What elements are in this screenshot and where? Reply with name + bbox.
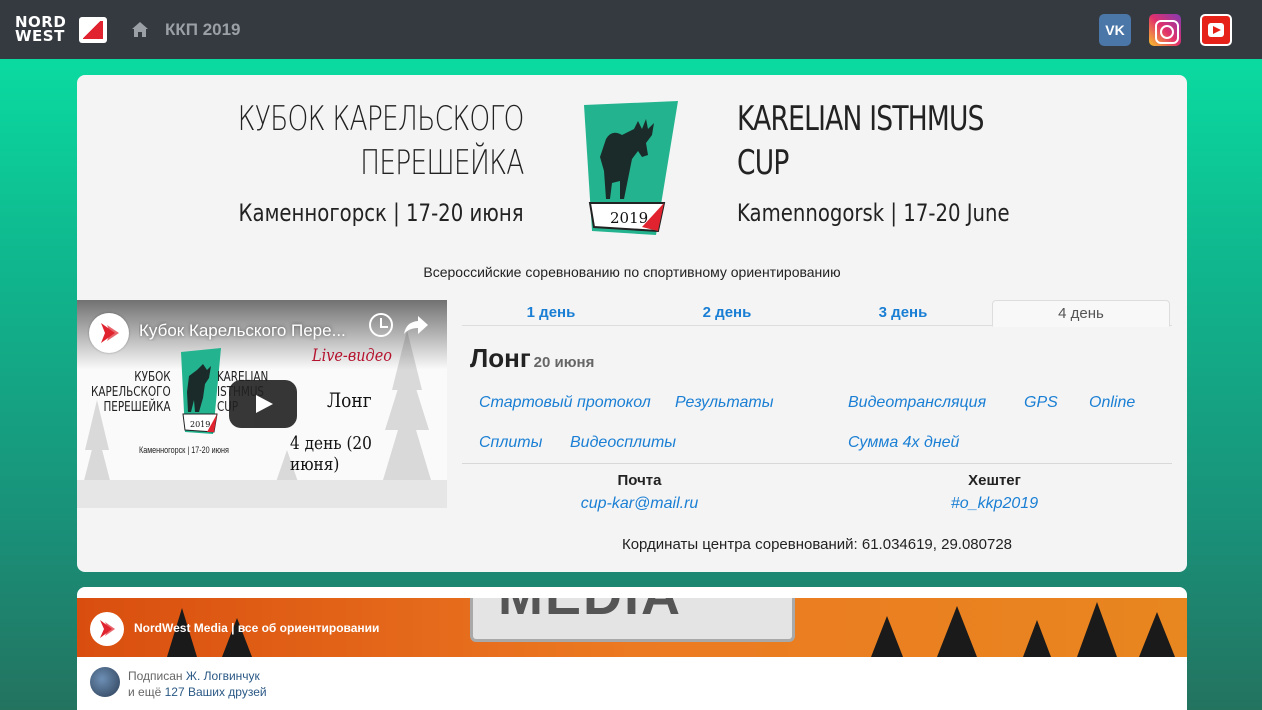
gps-link[interactable]: GPS	[1024, 394, 1058, 412]
youtube-icon[interactable]	[1200, 14, 1232, 46]
sum-4-days-link[interactable]: Сумма 4х дней	[848, 434, 959, 452]
mail-link[interactable]: cup-kar@mail.ru	[462, 495, 817, 513]
friends-prefix: и ещё	[128, 685, 162, 699]
banner-word: MEDIA	[498, 598, 682, 627]
video-logo-year: 2019	[190, 420, 210, 429]
event-card: Кубок Карельского Перешейка Каменногорск…	[77, 75, 1187, 572]
vk-community-widget: MEDIA NordWest Media | все об ориентиров…	[77, 587, 1187, 710]
instagram-icon[interactable]	[1149, 14, 1181, 46]
tagline: Всероссийские соревнованию по спортивном…	[423, 264, 841, 280]
subtitle-ru: Каменногорск | 17-20 июня	[239, 199, 524, 227]
tab-day-1[interactable]: 1 день	[462, 300, 640, 326]
video-stage: Лонг	[327, 388, 372, 412]
community-banner[interactable]: MEDIA NordWest Media | все об ориентиров…	[77, 598, 1187, 657]
brand-text: NORD WEST	[15, 15, 66, 45]
start-protocol-link[interactable]: Стартовый протокол	[479, 394, 651, 412]
online-link[interactable]: Online	[1089, 394, 1135, 412]
community-logo-icon	[100, 620, 115, 638]
event-title: Лонг 20 июня	[470, 343, 594, 374]
video-splits-link[interactable]: Видеосплиты	[570, 434, 676, 452]
watch-later-icon[interactable]	[369, 313, 393, 337]
brand-line-2: WEST	[15, 27, 65, 45]
friend-avatar[interactable]	[90, 667, 120, 697]
title-ru: Кубок Карельского Перешейка	[238, 97, 525, 185]
channel-avatar[interactable]	[89, 313, 129, 353]
share-icon[interactable]	[403, 314, 429, 336]
subtitle-en: Kamennogorsk | 17-20 June	[737, 199, 1010, 227]
video-ru-line-3: ПЕРЕШЕЙКА	[103, 400, 171, 415]
video-ru-line-2: КАРЕЛЬСКОГО	[91, 385, 171, 400]
play-button[interactable]	[229, 380, 297, 428]
media-plate: MEDIA	[470, 598, 795, 642]
community-name[interactable]: NordWest Media | все об ориентировании	[134, 621, 379, 635]
hashtag-link[interactable]: #o_kkp2019	[817, 495, 1172, 513]
friends-line: и ещё 127 Ваших друзей	[128, 685, 267, 699]
video-day: 4 день (20 июня)	[290, 433, 372, 475]
video-stream-link[interactable]: Видеотрансляция	[848, 394, 986, 412]
subscribed-friend-link[interactable]: Ж. Логвинчук	[186, 669, 260, 683]
tab-day-2[interactable]: 2 день	[638, 300, 816, 326]
subscribed-line: Подписан Ж. Логвинчук	[128, 669, 260, 683]
top-navbar: NORD WEST ККП 2019 VK	[0, 0, 1262, 59]
tab-day-3[interactable]: 3 день	[814, 300, 992, 326]
video-live-label: Live-видео	[312, 346, 392, 366]
video-player[interactable]: Кубок Карельского Пере... КУБОК КАРЕЛЬСК…	[77, 300, 447, 508]
subscribed-prefix: Подписан	[128, 669, 183, 683]
friends-link[interactable]: 127 Ваших друзей	[165, 685, 267, 699]
community-avatar[interactable]	[90, 612, 124, 646]
brand-mark-icon	[79, 17, 107, 43]
event-date: 20 июня	[533, 354, 595, 371]
video-ru-line-1: КУБОК	[134, 370, 171, 385]
hashtag-label: Хештег	[968, 472, 1021, 489]
home-icon[interactable]	[131, 21, 149, 38]
vk-icon[interactable]: VK	[1099, 14, 1131, 46]
coordinates-text: Кординаты центра соревнований: 61.034619…	[621, 536, 1013, 553]
channel-logo-icon	[101, 323, 119, 343]
title-ru-line-2: Перешейка	[360, 143, 524, 183]
video-city: Каменногорск | 17-20 июня	[139, 445, 229, 455]
day-tabs: 1 день 2 день 3 день 4 день	[462, 300, 1172, 327]
tab-day-4[interactable]: 4 день	[992, 300, 1170, 327]
title-en-line-1: Karelian Isthmus	[737, 99, 984, 139]
splits-link[interactable]: Сплиты	[479, 434, 542, 452]
logo-year: 2019	[610, 209, 648, 227]
event-name: Лонг	[470, 343, 531, 373]
divider	[462, 463, 1172, 464]
title-en: Karelian Isthmus Cup	[737, 97, 984, 185]
title-ru-line-1: Кубок Карельского	[238, 99, 525, 139]
title-en-line-2: Cup	[737, 143, 789, 183]
video-title-ru: КУБОК КАРЕЛЬСКОГО ПЕРЕШЕЙКА	[91, 370, 171, 415]
results-link[interactable]: Результаты	[675, 394, 774, 412]
brand-logo[interactable]: NORD WEST	[15, 15, 108, 45]
video-title[interactable]: Кубок Карельского Пере...	[139, 321, 369, 341]
mail-label: Почта	[617, 472, 662, 489]
breadcrumb-current[interactable]: ККП 2019	[165, 20, 241, 40]
video-moose-logo-icon: 2019	[181, 348, 221, 434]
moose-logo-icon: 2019	[584, 101, 678, 235]
